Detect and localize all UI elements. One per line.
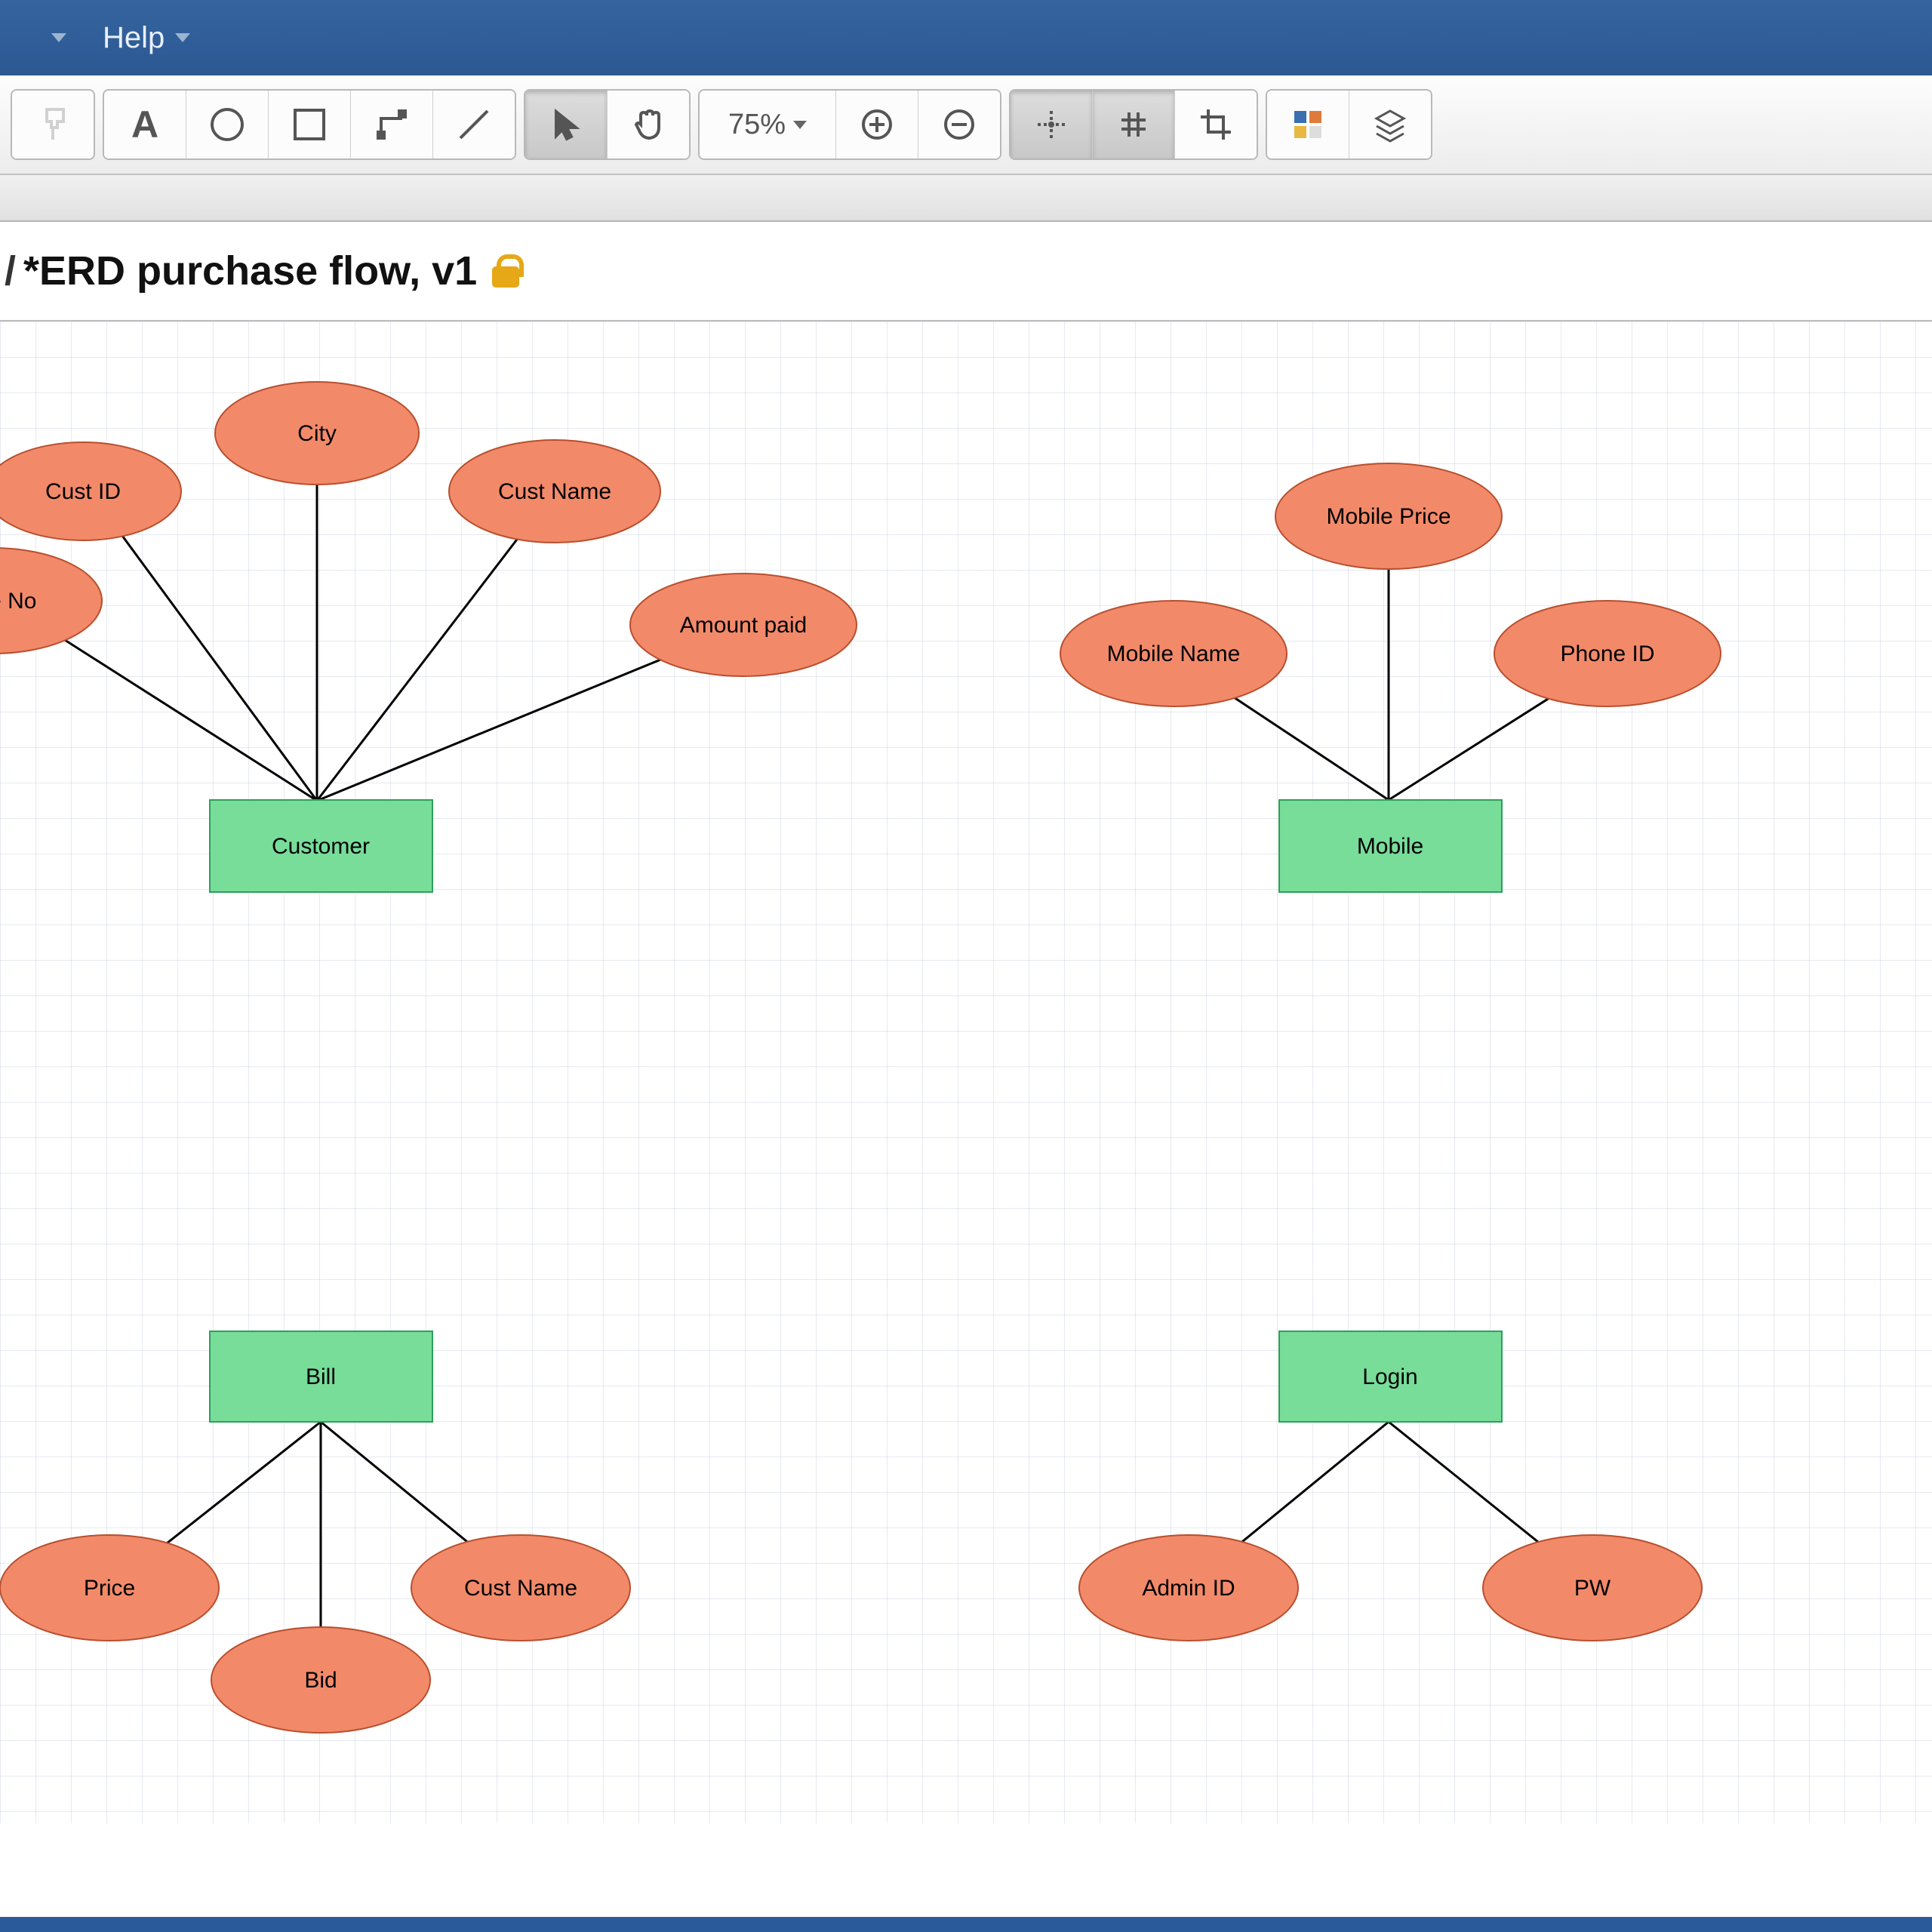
grid-icon — [1115, 106, 1152, 143]
svg-text:Mobile: Mobile — [1357, 834, 1423, 859]
menu-bar: Help — [0, 0, 1932, 75]
lock-icon[interactable] — [492, 254, 519, 288]
format-strip — [0, 175, 1932, 222]
svg-text:Phone No: Phone No — [0, 589, 36, 614]
crop-button[interactable] — [1175, 91, 1257, 158]
attr-admin-id[interactable]: Admin ID — [1079, 1535, 1298, 1641]
tool-group-format — [11, 89, 95, 160]
entity-customer[interactable]: Customer — [210, 800, 432, 892]
attr-bill-cust-name[interactable]: Cust Name — [411, 1535, 630, 1641]
cursor-icon — [549, 107, 583, 142]
svg-text:Price: Price — [84, 1576, 135, 1601]
crop-icon — [1198, 106, 1234, 143]
erd-bill-group[interactable]: Bill Price Bid Cust Name — [0, 1331, 630, 1733]
attr-cust-id[interactable]: Cust ID — [0, 442, 181, 540]
svg-text:Cust Name: Cust Name — [498, 479, 611, 504]
paint-brush-icon — [33, 105, 72, 144]
svg-text:PW: PW — [1574, 1576, 1611, 1601]
attr-phone-id[interactable]: Phone ID — [1494, 601, 1721, 706]
attr-amount-paid[interactable]: Amount paid — [630, 574, 857, 676]
breadcrumb-separator: / — [5, 248, 16, 294]
attr-bid[interactable]: Bid — [211, 1627, 430, 1733]
layers-button[interactable] — [1349, 91, 1431, 158]
circle-icon — [208, 105, 247, 144]
square-icon — [290, 105, 329, 144]
entity-mobile[interactable]: Mobile — [1279, 800, 1502, 892]
line-icon — [454, 105, 494, 144]
status-bar — [0, 1917, 1932, 1932]
menu-item-help[interactable]: Help — [85, 0, 208, 75]
svg-text:Amount paid: Amount paid — [680, 613, 807, 638]
zoom-level-select[interactable]: 75% — [700, 91, 836, 158]
rectangle-tool-button[interactable] — [269, 91, 351, 158]
erd-login-group[interactable]: Login Admin ID PW — [1079, 1331, 1702, 1641]
toggle-grid-button[interactable] — [1093, 91, 1175, 158]
svg-text:Cust ID: Cust ID — [45, 479, 121, 504]
chevron-down-icon — [793, 121, 807, 129]
snap-to-grid-button[interactable] — [1011, 91, 1093, 158]
tool-group-appearance — [1266, 89, 1432, 160]
toolbar: A 75% — [0, 75, 1932, 175]
zoom-level-label: 75% — [728, 109, 786, 141]
attr-price[interactable]: Price — [0, 1535, 219, 1641]
attr-mobile-name[interactable]: Mobile Name — [1060, 601, 1287, 706]
attr-city[interactable]: City — [215, 382, 419, 485]
erd-diagram: Phone No Cust ID City Cust Name Amount p… — [0, 321, 1932, 1823]
theme-icon — [1291, 108, 1324, 141]
menu-item-partial[interactable] — [23, 0, 85, 75]
svg-text:Customer: Customer — [272, 834, 370, 859]
attr-pw[interactable]: PW — [1483, 1535, 1702, 1641]
entity-bill[interactable]: Bill — [210, 1331, 432, 1422]
attr-cust-name[interactable]: Cust Name — [449, 440, 660, 543]
plus-circle-icon — [859, 106, 895, 143]
layers-icon — [1372, 106, 1408, 143]
tool-group-shapes: A — [103, 89, 516, 160]
canvas[interactable]: Phone No Cust ID City Cust Name Amount p… — [0, 320, 1932, 1823]
chevron-down-icon — [51, 33, 66, 42]
svg-text:Phone ID: Phone ID — [1560, 641, 1654, 666]
attr-phone-no[interactable]: Phone No — [0, 548, 102, 654]
svg-text:City: City — [297, 421, 337, 446]
connector-icon — [372, 105, 411, 144]
paint-format-button[interactable] — [12, 91, 94, 158]
select-tool-button[interactable] — [525, 91, 608, 158]
erd-customer-group[interactable]: Phone No Cust ID City Cust Name Amount p… — [0, 382, 857, 892]
text-tool-button[interactable]: A — [104, 91, 186, 158]
tool-group-zoom: 75% — [698, 89, 1001, 160]
chevron-down-icon — [175, 33, 190, 42]
svg-text:Login: Login — [1362, 1364, 1417, 1389]
document-title[interactable]: *ERD purchase flow, v1 — [23, 248, 477, 294]
erd-mobile-group[interactable]: Mobile Name Mobile Price Phone ID Mobile — [1060, 463, 1721, 892]
line-tool-button[interactable] — [433, 91, 515, 158]
hand-icon — [630, 106, 666, 143]
svg-text:Cust Name: Cust Name — [464, 1576, 577, 1601]
text-icon: A — [131, 103, 158, 146]
svg-text:Mobile Name: Mobile Name — [1107, 641, 1241, 666]
snap-icon — [1033, 106, 1069, 143]
pan-tool-button[interactable] — [608, 91, 689, 158]
zoom-out-button[interactable] — [918, 91, 1000, 158]
svg-text:Bill: Bill — [306, 1364, 336, 1389]
theme-colors-button[interactable] — [1267, 91, 1349, 158]
svg-text:Bid: Bid — [304, 1668, 337, 1693]
tool-group-grid — [1009, 89, 1258, 160]
tool-group-navigation — [524, 89, 691, 160]
attr-mobile-price[interactable]: Mobile Price — [1275, 463, 1502, 569]
svg-text:Mobile Price: Mobile Price — [1326, 504, 1451, 529]
connector-tool-button[interactable] — [351, 91, 433, 158]
document-title-row: / *ERD purchase flow, v1 — [0, 222, 1932, 320]
circle-tool-button[interactable] — [186, 91, 269, 158]
entity-login[interactable]: Login — [1279, 1331, 1502, 1422]
zoom-in-button[interactable] — [836, 91, 918, 158]
svg-text:Admin ID: Admin ID — [1142, 1576, 1235, 1601]
menu-label: Help — [103, 21, 165, 55]
minus-circle-icon — [941, 106, 977, 143]
